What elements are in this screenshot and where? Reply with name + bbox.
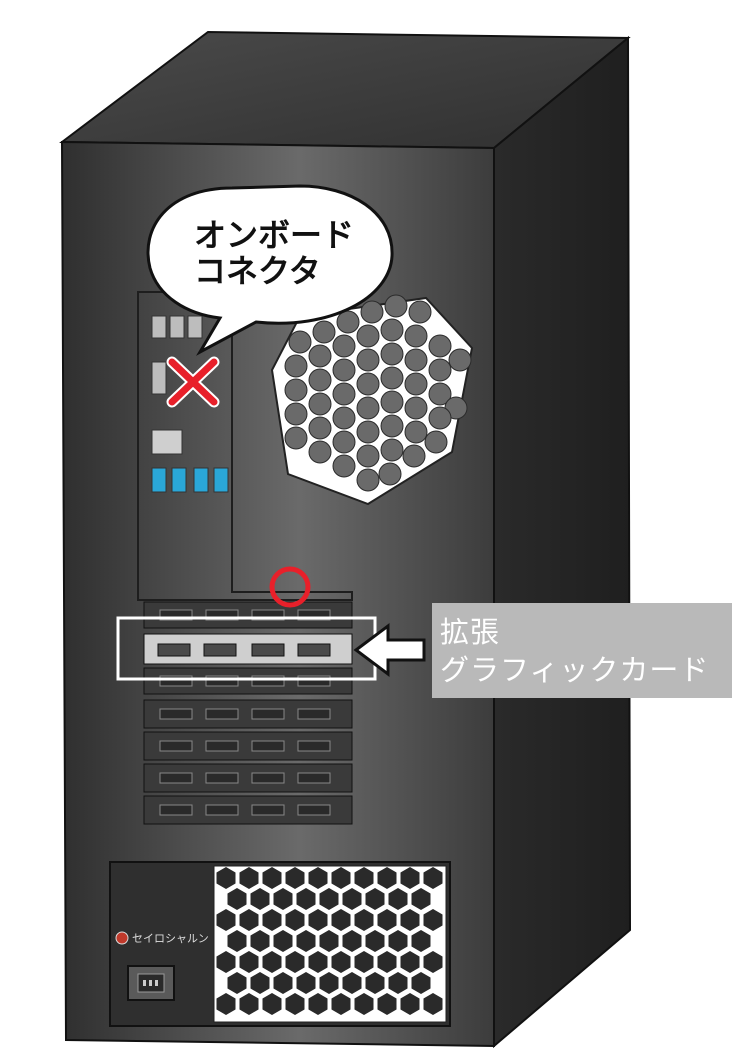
case-side (493, 35, 632, 1049)
pc-case-diagram: セイロシャルン オンボード コネクタ (59, 30, 632, 1049)
callout-line-2: グラフィックカード (440, 653, 710, 687)
bubble-line-2: コネクタ (194, 252, 321, 290)
power-socket-icon (127, 965, 175, 1001)
brand-name: セイロシャルン (132, 932, 209, 945)
bubble-line-1: オンボード (194, 216, 354, 254)
expansion-callout: 拡張 グラフィックカード (432, 603, 732, 698)
brand-logo-icon (115, 931, 129, 945)
callout-line-1: 拡張 (440, 615, 501, 649)
expansion-slots (143, 601, 353, 825)
